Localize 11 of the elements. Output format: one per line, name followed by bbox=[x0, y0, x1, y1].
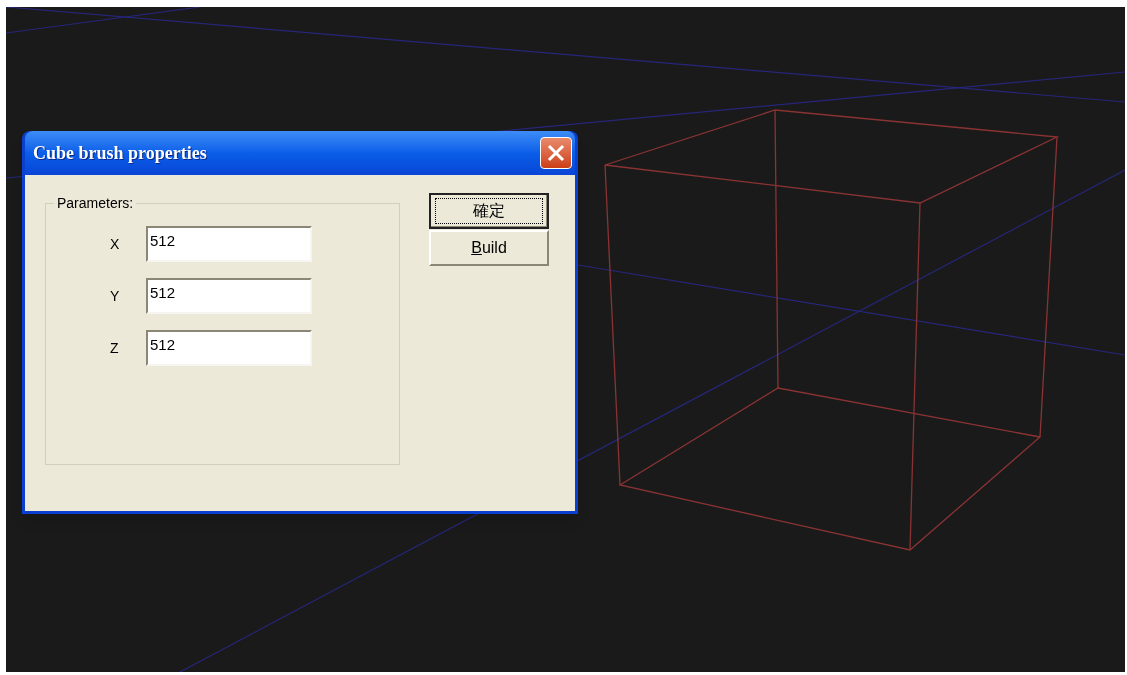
window-title: Cube brush properties bbox=[33, 141, 207, 165]
field-label: Z bbox=[109, 338, 120, 358]
close-button[interactable] bbox=[540, 137, 572, 169]
close-icon bbox=[547, 144, 565, 162]
dialog-button[interactable]: 確定 bbox=[429, 193, 549, 229]
dialog-button[interactable]: Build bbox=[429, 230, 549, 266]
field-label: Y bbox=[109, 286, 121, 306]
input-field[interactable]: 512 bbox=[146, 330, 312, 366]
input-field[interactable]: 512 bbox=[146, 226, 312, 262]
field-label: X bbox=[109, 234, 121, 254]
input-field[interactable]: 512 bbox=[146, 278, 312, 314]
